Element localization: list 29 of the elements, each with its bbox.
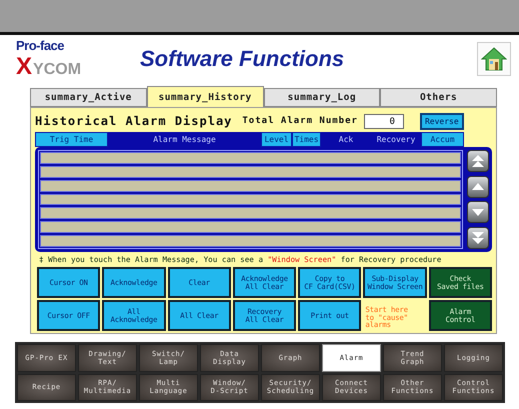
tab[interactable]: summary_Active bbox=[30, 88, 147, 107]
tab[interactable]: summary_History bbox=[146, 86, 264, 107]
panel-heading: Historical Alarm Display bbox=[35, 114, 232, 128]
reverse-button[interactable]: Reverse bbox=[420, 112, 464, 130]
home-button[interactable] bbox=[477, 42, 511, 76]
house-icon bbox=[481, 47, 507, 71]
list-row[interactable] bbox=[40, 194, 461, 206]
logo: Pro-face XYCOM bbox=[16, 38, 82, 80]
page-down-button[interactable] bbox=[467, 226, 489, 249]
scroll-down-button[interactable] bbox=[467, 201, 489, 224]
sort-button[interactable]: Times bbox=[292, 132, 321, 147]
list-row[interactable] bbox=[40, 207, 461, 220]
column-header: Ack bbox=[321, 132, 371, 147]
list-row[interactable] bbox=[40, 166, 461, 178]
tab[interactable]: Others bbox=[380, 88, 497, 107]
page-up-button[interactable] bbox=[467, 150, 489, 172]
list-row[interactable] bbox=[40, 221, 461, 234]
tab[interactable]: summary_Log bbox=[264, 88, 380, 107]
list-row[interactable] bbox=[40, 235, 461, 248]
total-label: Total Alarm Number bbox=[242, 116, 358, 126]
screen-title: Software Functions bbox=[140, 46, 346, 72]
sort-button[interactable]: Accum bbox=[421, 132, 464, 147]
sort-button[interactable]: Level bbox=[261, 132, 292, 147]
list-row[interactable] bbox=[40, 180, 461, 192]
column-header: Recovery bbox=[371, 132, 421, 147]
scroll-up-button[interactable] bbox=[467, 176, 489, 198]
total-count-field: 0 bbox=[364, 114, 404, 128]
sort-button[interactable]: Trig Time bbox=[35, 132, 108, 147]
column-header: Alarm Message bbox=[108, 132, 261, 147]
